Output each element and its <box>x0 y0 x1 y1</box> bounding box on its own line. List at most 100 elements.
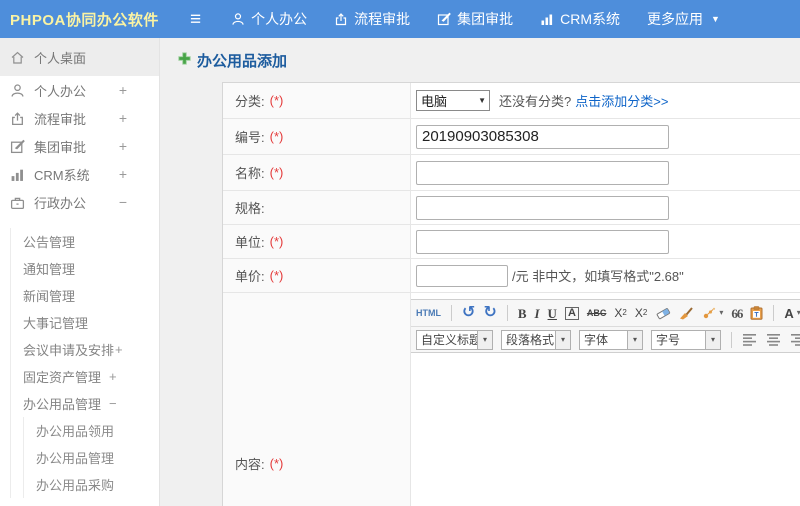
superscript-base: X <box>614 306 623 320</box>
category-select[interactable]: 电脑 ▼ <box>416 90 490 111</box>
name-input[interactable] <box>416 160 669 185</box>
spec-input[interactable] <box>416 195 669 220</box>
user-icon <box>10 83 26 98</box>
editor-toolbar-row2: 自定义标题 ▾ 段落格式 ▾ 字体 ▾ 字号 ▾ <box>411 327 800 353</box>
expand-plus-icon[interactable]: + <box>119 166 127 182</box>
nav-workflow-approval[interactable]: 流程审批 <box>334 9 410 29</box>
subscript-button[interactable]: X2 <box>635 307 647 319</box>
custom-title-select[interactable]: 自定义标题 ▾ <box>416 329 493 350</box>
sidebar-item-label: 公告管理 <box>23 235 76 250</box>
strikethrough-button[interactable]: ABC <box>587 308 607 318</box>
nav-crm-system[interactable]: CRM系统 <box>540 9 620 29</box>
sidebar-item-admin-office[interactable]: 行政办公 − <box>0 188 159 216</box>
nav-personal-office[interactable]: 个人办公 <box>231 9 307 29</box>
sidebar-item-label: 大事记管理 <box>23 316 89 331</box>
sidebar: 个人桌面 个人办公 + 流程审批 + 集团审批 + CRM系统 + 行政办公 − <box>0 38 160 506</box>
sidebar-item-desktop[interactable]: 个人桌面 <box>0 38 159 76</box>
sidebar-item-crm-system[interactable]: CRM系统 + <box>0 160 159 188</box>
unit-input[interactable] <box>416 229 669 254</box>
field-label: 规格: <box>235 201 265 216</box>
field-label: 分类: <box>235 94 265 109</box>
category-value-cell: 电脑 ▼ 还没有分类? 点击添加分类>> <box>411 83 800 118</box>
sidebar-item-news-mgmt[interactable]: 新闻管理 <box>11 282 159 309</box>
format-brush-icon[interactable] <box>679 306 694 320</box>
font-family-select[interactable]: 字体 ▾ <box>579 329 643 350</box>
select-value: 字体 <box>584 333 609 347</box>
sidebar-item-supplies-purchase[interactable]: 办公用品采购 <box>24 471 159 498</box>
hamburger-menu-icon[interactable]: ≡ <box>190 10 201 29</box>
sidebar-item-supplies-manage[interactable]: 办公用品管理 <box>24 444 159 471</box>
add-category-link[interactable]: 点击添加分类>> <box>575 91 668 110</box>
sidebar-item-workflow-approval[interactable]: 流程审批 + <box>0 104 159 132</box>
price-format-hint: /元 非中文，如填写格式"2.68" <box>512 269 684 284</box>
nav-more-apps[interactable]: 更多应用 ▼ <box>647 9 720 29</box>
required-mark: (*) <box>269 455 284 471</box>
expand-plus-icon[interactable]: + <box>115 342 123 357</box>
sidebar-item-label: 办公用品管理 <box>23 397 102 412</box>
align-right-button[interactable] <box>790 333 800 346</box>
price-input[interactable] <box>416 264 508 287</box>
code-value-cell <box>411 119 800 154</box>
paste-plain-text-button[interactable] <box>750 306 763 320</box>
subscript-exp: 2 <box>642 308 648 317</box>
paragraph-format-select[interactable]: 段落格式 ▾ <box>501 329 571 350</box>
nav-label: 流程审批 <box>354 11 411 27</box>
sidebar-item-meeting-request[interactable]: 会议申请及安排 + <box>11 336 159 363</box>
bar-chart-icon <box>540 12 554 26</box>
field-label: 名称: <box>235 166 265 181</box>
font-size-select[interactable]: 字号 ▾ <box>651 329 721 350</box>
eraser-icon[interactable] <box>655 306 671 320</box>
align-left-button[interactable] <box>742 333 758 346</box>
italic-button[interactable]: I <box>534 307 539 320</box>
page-title: 办公用品添加 <box>197 52 288 70</box>
caret-down-icon: ▾ <box>555 330 570 349</box>
sidebar-item-notice-mgmt[interactable]: 通知管理 <box>11 255 159 282</box>
sidebar-item-office-supplies-mgmt[interactable]: 办公用品管理 − <box>11 390 159 417</box>
underline-button[interactable]: U <box>548 307 557 320</box>
collapse-minus-icon[interactable]: − <box>109 396 117 411</box>
expand-plus-icon[interactable]: + <box>119 110 127 126</box>
nav-label: 更多应用 <box>646 11 703 27</box>
sidebar-item-label: CRM系统 <box>34 167 90 183</box>
html-source-button[interactable]: HTML <box>416 308 441 318</box>
edit-icon <box>10 139 26 154</box>
sidebar-item-label: 行政办公 <box>34 195 87 211</box>
user-icon <box>231 12 245 26</box>
nav-group-approval[interactable]: 集团审批 <box>437 9 513 29</box>
form-row-content: 内容: (*) HTML ↺ ↻ B I U A ABC X 2 X 2 ▾ 6… <box>223 293 800 506</box>
superscript-button[interactable]: X2 <box>614 307 626 319</box>
expand-plus-icon[interactable]: + <box>119 138 127 154</box>
code-input[interactable] <box>416 124 669 149</box>
sidebar-item-label: 新闻管理 <box>23 289 76 304</box>
sidebar-item-label: 个人桌面 <box>34 50 87 66</box>
sidebar-item-supplies-claim[interactable]: 办公用品领用 <box>24 417 159 444</box>
undo-button[interactable]: ↺ <box>462 305 475 321</box>
align-center-button[interactable] <box>766 333 782 346</box>
sidebar-item-events-mgmt[interactable]: 大事记管理 <box>11 309 159 336</box>
expand-plus-icon[interactable]: + <box>119 82 127 98</box>
font-color-button[interactable]: A ▾ <box>784 307 800 320</box>
field-label: 编号: <box>235 130 265 145</box>
upload-icon <box>10 111 26 126</box>
sidebar-item-announcement-mgmt[interactable]: 公告管理 <box>11 228 159 255</box>
caret-down-icon: ▾ <box>627 330 642 349</box>
auto-typeset-button[interactable]: ▾ <box>702 307 723 320</box>
bold-button[interactable]: B <box>518 307 527 320</box>
required-mark: (*) <box>269 93 284 108</box>
sidebar-item-personal-office[interactable]: 个人办公 + <box>0 76 159 104</box>
field-label: 单位: <box>235 235 265 250</box>
collapse-minus-icon[interactable]: − <box>119 194 127 210</box>
expand-plus-icon[interactable]: + <box>109 369 117 384</box>
remove-format-button[interactable]: A <box>564 306 579 320</box>
editor-content-area[interactable] <box>411 353 800 506</box>
sidebar-item-fixed-assets-mgmt[interactable]: 固定资产管理 + <box>11 363 159 390</box>
redo-button[interactable]: ↻ <box>483 305 496 321</box>
blockquote-button[interactable]: 66 <box>731 307 743 320</box>
sidebar-item-group-approval[interactable]: 集团审批 + <box>0 132 159 160</box>
spec-value-cell <box>411 191 800 224</box>
briefcase-icon <box>10 195 26 210</box>
nav-label: 集团审批 <box>457 11 514 27</box>
nav-label: 个人办公 <box>251 11 308 27</box>
app-logo: PHPOA协同办公软件 <box>10 11 159 29</box>
caret-down-icon: ▼ <box>478 96 486 105</box>
